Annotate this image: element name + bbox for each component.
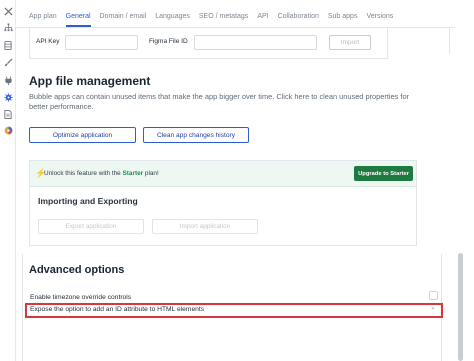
scrollbar-thumb[interactable] (458, 253, 463, 361)
timezone-override-label: Enable timezone override controls (30, 294, 132, 301)
panel-edge (449, 28, 450, 54)
figma-file-id-label: Figma File ID (149, 38, 188, 45)
import-export-panel: ⚡ Unlock this feature with the Starter p… (29, 160, 417, 246)
export-application-button[interactable]: Export application (38, 219, 144, 234)
api-key-label: API Key (36, 38, 60, 45)
tab-collaboration[interactable]: Collaboration (278, 13, 319, 27)
app-file-management-description: Bubble apps can contain unused items tha… (29, 92, 410, 111)
timezone-override-checkbox[interactable] (429, 291, 438, 300)
optimize-application-button[interactable]: Optimize application (29, 127, 136, 143)
tab-api[interactable]: API (257, 13, 268, 27)
tab-general[interactable]: General (65, 13, 91, 27)
tab-sub-apps[interactable]: Sub apps (328, 13, 358, 27)
database-icon[interactable] (3, 40, 13, 50)
gear-icon[interactable] (3, 92, 13, 102)
upgrade-to-starter-button[interactable]: Upgrade to Starter (354, 166, 413, 181)
app-file-management-title: App file management (29, 74, 151, 88)
upgrade-banner-text: Unlock this feature with the Starter pla… (44, 170, 159, 177)
left-icon-rail (0, 0, 16, 361)
tools-icon[interactable] (3, 6, 13, 16)
advanced-options-title: Advanced options (29, 264, 125, 276)
tab-seo-metatags[interactable]: SEO / metatags (199, 13, 248, 27)
highlight-box (25, 303, 443, 318)
api-keys-panel: API Key Figma File ID Import (29, 28, 388, 59)
tab-languages[interactable]: Languages (155, 13, 190, 27)
tab-domain-email[interactable]: Domain / email (100, 13, 147, 27)
clean-app-changes-history-button[interactable]: Clean app changes history (143, 127, 249, 143)
sitemap-icon[interactable] (3, 22, 13, 32)
document-icon[interactable] (3, 109, 13, 119)
brush-icon[interactable] (3, 57, 13, 67)
upgrade-banner: ⚡ Unlock this feature with the Starter p… (30, 161, 416, 187)
tab-app-plan[interactable]: App plan (29, 13, 57, 27)
figma-import-button[interactable]: Import (329, 35, 371, 50)
api-key-input[interactable] (65, 35, 138, 50)
tab-versions[interactable]: Versions (366, 13, 393, 27)
settings-tabs: App plan General Domain / email Language… (29, 13, 402, 27)
import-application-button[interactable]: Import application (152, 219, 258, 234)
plugin-icon[interactable] (3, 75, 13, 85)
figma-file-id-input[interactable] (194, 35, 317, 50)
palette-icon[interactable] (3, 125, 13, 135)
importing-exporting-title: Importing and Exporting (38, 196, 138, 206)
